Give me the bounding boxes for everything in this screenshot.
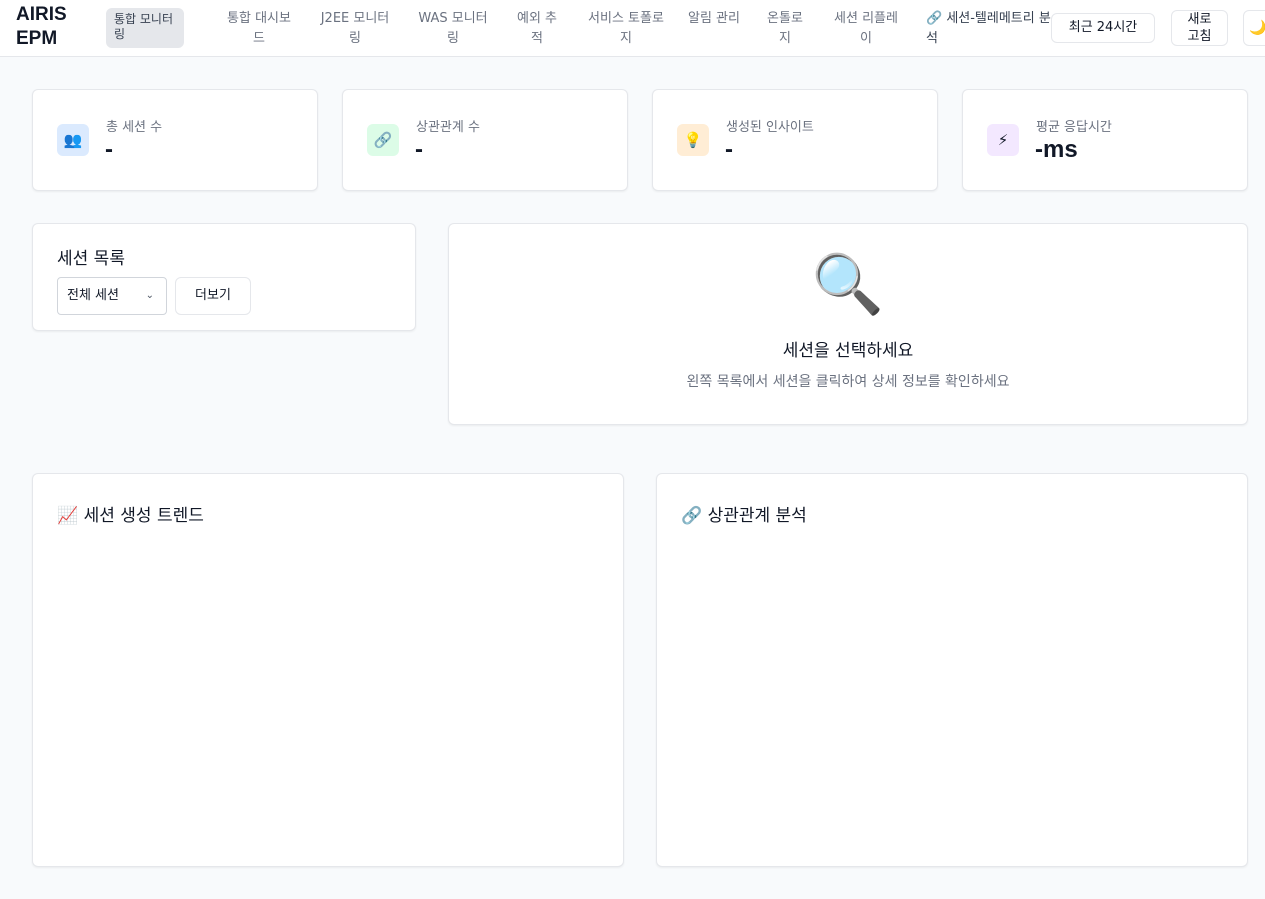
- logo-text: AIRIS EPM: [16, 4, 67, 49]
- app-logo[interactable]: AIRIS EPM: [16, 3, 76, 51]
- nav-alert-management[interactable]: 알림 관리: [688, 9, 740, 29]
- stat-value: -: [105, 136, 113, 163]
- nav-exception-tracking[interactable]: 예외 추적: [512, 9, 562, 49]
- theme-toggle-button[interactable]: 🌙: [1243, 10, 1265, 46]
- session-detail-panel: 🔍 세션을 선택하세요 왼쪽 목록에서 세션을 클릭하여 상세 정보를 확인하세…: [448, 223, 1248, 425]
- users-icon: 👥: [57, 124, 89, 156]
- session-filter-value: 전체 세션: [67, 288, 119, 303]
- stat-label: 생성된 인사이트: [726, 120, 814, 135]
- stat-card-avg-response: ⚡ 평균 응답시간 -ms: [962, 89, 1248, 191]
- stat-value: -: [415, 136, 423, 163]
- lightbulb-icon: 💡: [677, 124, 709, 156]
- stat-card-insights: 💡 생성된 인사이트 -: [652, 89, 938, 191]
- nav-j2ee-monitoring[interactable]: J2EE 모니터링: [318, 9, 392, 49]
- nav-was-monitoring[interactable]: WAS 모니터링: [416, 9, 490, 49]
- stat-value: -ms: [1035, 136, 1078, 163]
- stat-value: -: [725, 136, 733, 163]
- time-range-button[interactable]: 최근 24시간: [1051, 13, 1155, 43]
- stat-label: 총 세션 수: [106, 120, 163, 135]
- session-list-panel: 세션 목록 전체 세션 ⌄ 더보기: [32, 223, 416, 331]
- chevron-down-icon: ⌄: [145, 290, 154, 301]
- session-trend-title: 📈 세션 생성 트렌드: [57, 506, 204, 526]
- magnifier-icon: 🔍: [811, 250, 885, 318]
- nav-integrated-dashboard[interactable]: 통합 대시보드: [224, 9, 294, 49]
- nav-service-topology[interactable]: 서비스 토폴로지: [586, 9, 666, 49]
- top-header: AIRIS EPM 통합 모니터링 통합 대시보드 J2EE 모니터링 WAS …: [0, 0, 1265, 57]
- refresh-button[interactable]: 새로 고침: [1171, 10, 1228, 46]
- refresh-label: 새로 고침: [1187, 12, 1212, 44]
- empty-state-title: 세션을 선택하세요: [782, 341, 914, 361]
- correlation-analysis-title: 🔗 상관관계 분석: [681, 506, 807, 526]
- lightning-icon: ⚡: [987, 124, 1019, 156]
- stat-label: 상관관계 수: [416, 120, 480, 135]
- empty-state-subtitle: 왼쪽 목록에서 세션을 클릭하여 상세 정보를 확인하세요: [686, 374, 1010, 390]
- stat-label: 평균 응답시간: [1036, 120, 1112, 135]
- link-icon: 🔗: [367, 124, 399, 156]
- monitoring-badge: 통합 모니터링: [106, 8, 184, 48]
- session-list-title: 세션 목록: [57, 249, 125, 269]
- session-trend-chart-panel: 📈 세션 생성 트렌드: [32, 473, 624, 867]
- nav-ontology[interactable]: 온톨로지: [762, 9, 808, 49]
- stat-card-correlations: 🔗 상관관계 수 -: [342, 89, 628, 191]
- load-more-button[interactable]: 더보기: [175, 277, 251, 315]
- correlation-analysis-panel: 🔗 상관관계 분석: [656, 473, 1248, 867]
- moon-icon: 🌙: [1249, 20, 1265, 36]
- nav-session-telemetry-analysis[interactable]: 🔗 세션-텔레메트리 분석: [926, 9, 1054, 49]
- nav-session-replay[interactable]: 세션 리플레이: [832, 9, 900, 49]
- stat-card-total-sessions: 👥 총 세션 수 -: [32, 89, 318, 191]
- session-filter-select[interactable]: 전체 세션 ⌄: [57, 277, 167, 315]
